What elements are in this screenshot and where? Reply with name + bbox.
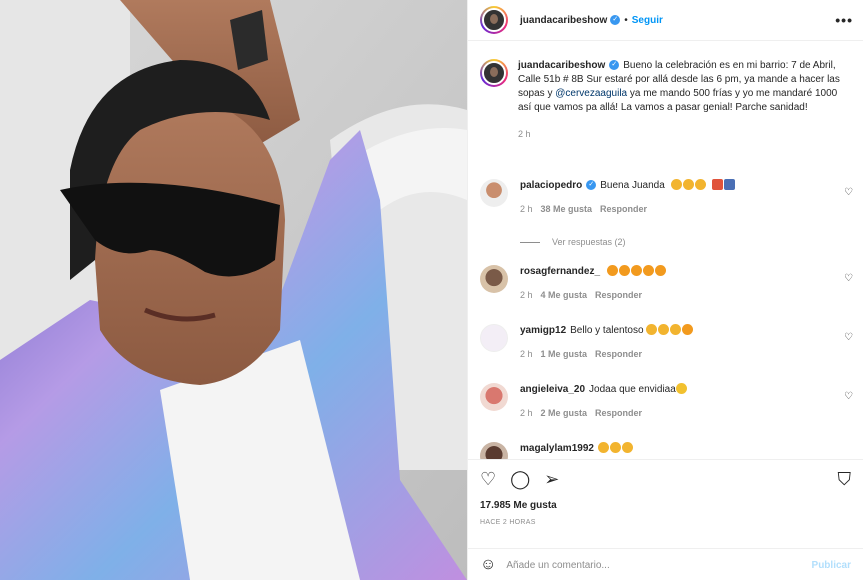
clap-emoji-icon xyxy=(609,442,621,453)
comment-likes[interactable]: 1 Me gusta xyxy=(541,349,588,359)
comment-icon[interactable]: ◯ xyxy=(510,469,530,490)
heart-eyes-emoji-icon xyxy=(682,324,694,335)
action-bar: ♡ ◯ ➢ ⛉ xyxy=(468,460,863,498)
clap-emoji-icon xyxy=(658,324,670,335)
comment-item: yamigp12 Bello y talentoso 2 h1 Me gusta R… xyxy=(468,324,863,361)
commenter-avatar[interactable] xyxy=(480,265,508,293)
heart-eyes-emoji-icon xyxy=(654,265,666,276)
commenter-avatar[interactable] xyxy=(480,383,508,411)
commenter-avatar[interactable] xyxy=(480,324,508,352)
comment-item: palaciopedro ✓ Buena Juanda 2 h 38 Me gusta… xyxy=(468,179,863,216)
share-icon[interactable]: ➢ xyxy=(544,469,559,490)
author-username[interactable]: juandacaribeshow xyxy=(520,15,607,26)
crying-emoji-icon xyxy=(675,383,687,394)
comment-likes[interactable]: 4 Me gusta xyxy=(541,290,588,300)
comment-meta: 2 h 38 Me gusta Responder xyxy=(520,204,648,214)
comment-text: Jodaa que envidiaa xyxy=(589,384,676,395)
author-avatar[interactable] xyxy=(480,6,508,34)
clap-emoji-icon xyxy=(694,179,706,190)
caption-username[interactable]: juandacaribeshow xyxy=(518,60,605,71)
likes-count[interactable]: 17.985 Me gusta xyxy=(468,500,863,511)
emoji-picker-icon[interactable]: ☺ xyxy=(480,556,496,574)
post-panel: juandacaribeshow ✓ • Seguir ••• juandaca… xyxy=(467,0,863,580)
comment-item: angieleiva_20 Jodaa que envidiaa 2 h2 Me … xyxy=(468,383,863,420)
like-heart-icon[interactable]: ♡ xyxy=(480,469,496,490)
comment-username[interactable]: palaciopedro xyxy=(520,180,582,191)
comment-username[interactable]: rosagfernandez_ xyxy=(520,266,600,277)
save-bookmark-icon[interactable]: ⛉ xyxy=(838,469,852,490)
clap-emoji-icon xyxy=(646,324,658,335)
view-replies-button[interactable]: Ver respuestas (2) xyxy=(520,237,626,247)
caption-avatar[interactable] xyxy=(480,59,508,87)
mention-link[interactable]: @cervezaaguila xyxy=(555,88,627,99)
add-comment-bar: ☺ Publicar xyxy=(468,548,863,580)
reply-button[interactable]: Responder xyxy=(595,349,642,359)
sparkle-emoji-icon xyxy=(712,179,724,190)
separator-dot: • xyxy=(624,14,628,26)
post-footer: ♡ ◯ ➢ ⛉ 17.985 Me gusta HACE 2 HORAS ☺ P… xyxy=(468,459,863,573)
comments-list[interactable]: juandacaribeshow ✓ Bueno la celebración es… xyxy=(468,41,863,459)
comment-like-heart-icon[interactable]: ♡ xyxy=(844,332,853,343)
commenter-avatar[interactable] xyxy=(480,179,508,207)
comment-like-heart-icon[interactable]: ♡ xyxy=(844,187,853,198)
clap-emoji-icon xyxy=(670,324,682,335)
more-options-icon[interactable]: ••• xyxy=(835,12,853,28)
clap-emoji-icon xyxy=(682,179,694,190)
comment-likes[interactable]: 2 Me gusta xyxy=(541,408,588,418)
comment-meta: 2 h2 Me gusta Responder xyxy=(520,408,643,418)
comment-meta: 2 h4 Me gusta Responder xyxy=(520,290,643,300)
comment-username[interactable]: angieleiva_20 xyxy=(520,384,585,395)
comment-like-heart-icon[interactable]: ♡ xyxy=(844,273,853,284)
comment-text: Bello y talentoso xyxy=(570,325,644,336)
heart-eyes-emoji-icon xyxy=(618,265,630,276)
post-timestamp: HACE 2 HORAS xyxy=(480,519,536,526)
post-header: juandacaribeshow ✓ • Seguir ••• xyxy=(468,0,863,41)
post-photo[interactable] xyxy=(0,0,467,580)
verified-badge-icon: ✓ xyxy=(586,180,597,191)
post-image xyxy=(0,0,467,580)
verified-badge-icon: ✓ xyxy=(609,60,620,71)
heart-eyes-emoji-icon xyxy=(642,265,654,276)
clap-emoji-icon xyxy=(621,442,633,453)
reply-button[interactable]: Responder xyxy=(600,204,647,214)
dancer-emoji-icon xyxy=(724,179,736,190)
comment-likes[interactable]: 38 Me gusta xyxy=(541,204,593,214)
comment-meta: 2 h1 Me gusta Responder xyxy=(520,349,643,359)
heart-eyes-emoji-icon xyxy=(606,265,618,276)
follow-button[interactable]: Seguir xyxy=(632,15,663,26)
comment-like-heart-icon[interactable]: ♡ xyxy=(844,391,853,402)
comment-input[interactable] xyxy=(506,559,812,571)
heart-eyes-emoji-icon xyxy=(630,265,642,276)
comment-text: Buena Juanda xyxy=(600,180,665,191)
reply-button[interactable]: Responder xyxy=(595,290,642,300)
caption: juandacaribeshow ✓ Bueno la celebración es… xyxy=(468,59,863,141)
clap-emoji-icon xyxy=(670,179,682,190)
comment-username[interactable]: yamigp12 xyxy=(520,325,566,336)
commenter-avatar[interactable] xyxy=(480,442,508,459)
comment-item: magalylam1992 xyxy=(468,442,863,459)
verified-badge-icon: ✓ xyxy=(610,15,621,25)
caption-time: 2 h xyxy=(518,129,531,139)
comment-item: rosagfernandez_ 2 h4 Me gusta Responder ♡ xyxy=(468,265,863,302)
post-comment-button[interactable]: Publicar xyxy=(812,560,851,571)
comment-username[interactable]: magalylam1992 xyxy=(520,443,594,454)
clap-emoji-icon xyxy=(597,442,609,453)
reply-button[interactable]: Responder xyxy=(595,408,642,418)
replies-line xyxy=(520,241,540,243)
